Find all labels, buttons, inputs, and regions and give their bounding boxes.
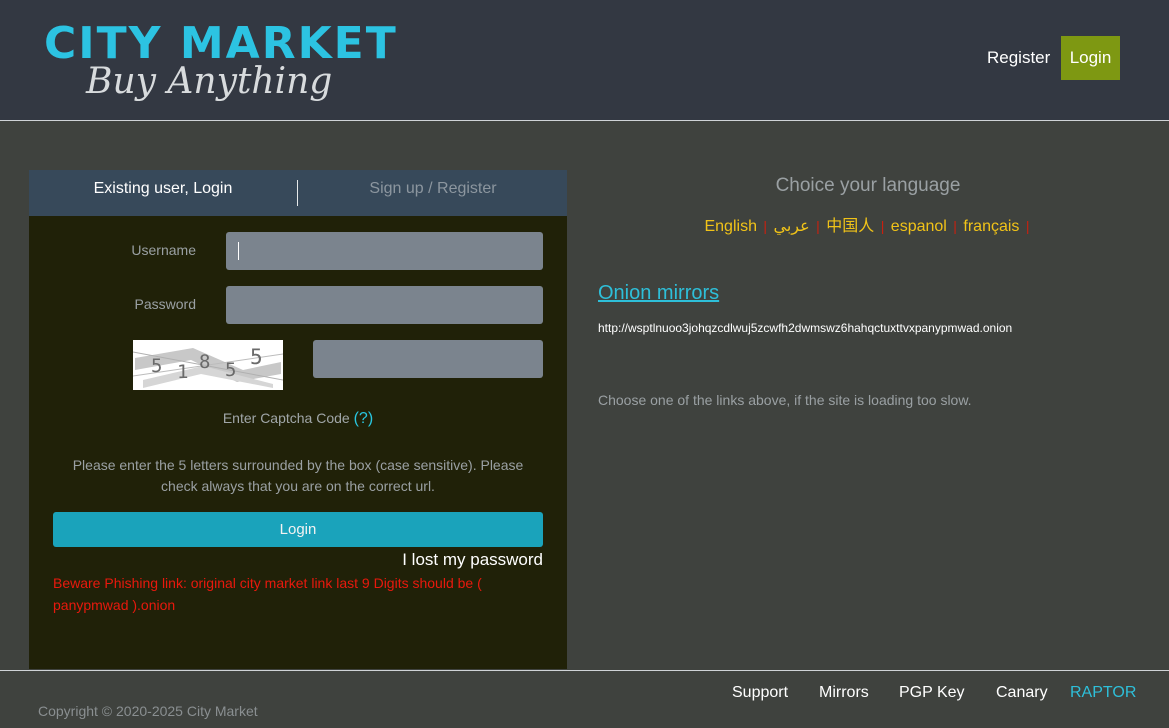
- footer-pgp-key-link[interactable]: PGP Key: [899, 684, 965, 702]
- login-panel: Existing user, Login Sign up / Register …: [29, 170, 567, 669]
- header-login-button[interactable]: Login: [1061, 36, 1120, 80]
- username-input[interactable]: [226, 232, 543, 270]
- captcha-digit-3: 8: [199, 351, 210, 373]
- password-label: Password: [134, 296, 196, 312]
- site-header: CITY MARKET Buy Anything Register Login: [0, 0, 1169, 121]
- login-submit-button[interactable]: Login: [53, 512, 543, 547]
- phishing-warning: Beware Phishing link: original city mark…: [53, 575, 482, 613]
- tab-divider: [297, 180, 298, 206]
- mirror-note: Choose one of the links above, if the si…: [598, 392, 972, 408]
- language-arabic[interactable]: عربي: [774, 218, 810, 235]
- language-chinese[interactable]: 中国人: [826, 218, 874, 235]
- captcha-help-link[interactable]: (?): [354, 410, 374, 427]
- text-cursor: [238, 242, 239, 260]
- captcha-label-text: Enter Captcha Code: [222, 410, 350, 426]
- footer-raptor-link[interactable]: RAPTOR: [1070, 684, 1136, 702]
- language-separator: |: [816, 218, 820, 234]
- language-separator: |: [953, 218, 957, 234]
- logo-subtitle: Buy Anything: [86, 61, 333, 102]
- language-spanish[interactable]: espanol: [891, 218, 947, 235]
- tab-existing-user-login[interactable]: Existing user, Login: [29, 170, 297, 216]
- footer-canary-link[interactable]: Canary: [996, 684, 1048, 702]
- header-register-link[interactable]: Register: [987, 48, 1050, 68]
- language-separator: |: [880, 218, 885, 234]
- language-title: Choice your language: [775, 175, 961, 196]
- tab-signup-register[interactable]: Sign up / Register: [299, 170, 567, 216]
- language-english[interactable]: English: [704, 218, 756, 235]
- copyright-text: Copyright © 2020-2025 City Market: [38, 703, 258, 719]
- login-tabs: Existing user, Login Sign up / Register: [29, 170, 567, 216]
- footer-divider: [0, 670, 1169, 671]
- captcha-instructions: Please enter the 5 letters surrounded by…: [72, 457, 524, 494]
- captcha-digit-2: 1: [177, 361, 188, 383]
- onion-mirrors-heading[interactable]: Onion mirrors: [598, 282, 719, 305]
- language-french[interactable]: français: [963, 218, 1019, 235]
- captcha-digit-4: 5: [225, 359, 236, 381]
- language-separator: |: [1025, 218, 1030, 234]
- captcha-image: 5 1 8 5 5: [133, 340, 283, 390]
- password-input[interactable]: [226, 286, 543, 324]
- city-market-logo[interactable]: CITY MARKET Buy Anything: [44, 22, 404, 110]
- footer-support-link[interactable]: Support: [732, 684, 788, 702]
- language-selector: English | عربي | 中国人 | espanol | françai…: [598, 212, 1138, 236]
- captcha-label: Enter Captcha Code (?): [29, 410, 567, 428]
- language-separator: |: [763, 218, 768, 234]
- captcha-input[interactable]: [313, 340, 543, 378]
- info-column: Choice your language English | عربي | 中国…: [598, 170, 1138, 470]
- footer-mirrors-link[interactable]: Mirrors: [819, 684, 869, 702]
- onion-mirror-link[interactable]: http://wsptlnuoo3johqzcdlwuj5zcwfh2dwmsw…: [598, 321, 1012, 335]
- captcha-digit-1: 5: [151, 355, 162, 377]
- captcha-digit-5: 5: [250, 345, 263, 369]
- lost-password-link[interactable]: I lost my password: [402, 550, 543, 570]
- username-label: Username: [131, 242, 196, 258]
